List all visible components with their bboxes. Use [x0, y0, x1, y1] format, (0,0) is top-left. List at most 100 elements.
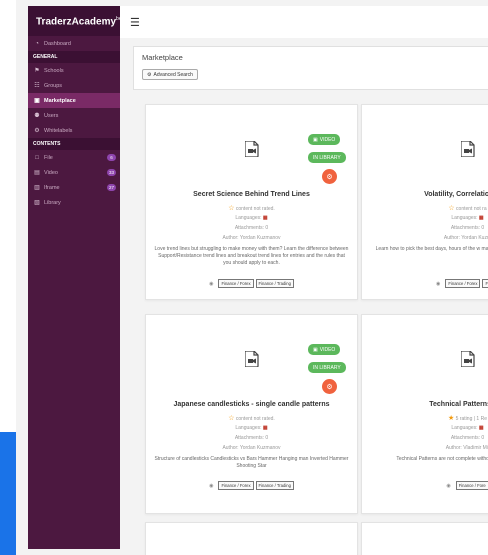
- tag-icon: ◉: [436, 280, 441, 287]
- rating-text: content not rated.: [235, 206, 275, 212]
- file-icon: □: [35, 154, 39, 161]
- code-file-icon: ▥: [34, 185, 40, 191]
- sidebar-item-label: Groups: [44, 82, 63, 89]
- brand-name: TraderzAcademy: [36, 16, 117, 28]
- languages: Languages: ▦: [362, 215, 488, 221]
- sidebar-item-groups[interactable]: ☷ Groups: [28, 78, 120, 93]
- count-badge: 33: [106, 169, 116, 176]
- card-title[interactable]: Volatility, Correlations & S: [362, 191, 488, 198]
- menu-toggle-icon[interactable]: ☰: [130, 16, 140, 29]
- count-badge: 6: [107, 154, 116, 161]
- languages: Languages: ▦: [362, 425, 488, 431]
- author: Author: Yordan Kuzmanov: [222, 235, 281, 241]
- users-icon: ⚉: [34, 113, 40, 119]
- uk-flag-icon: ▦: [478, 425, 484, 431]
- sidebar-item-schools[interactable]: ⚑ Schools: [28, 63, 120, 78]
- attachments: Attachments: 0: [234, 225, 269, 231]
- tag[interactable]: Finance / Trading: [255, 481, 294, 490]
- sidebar-item-label: Video: [44, 169, 58, 176]
- in-library-label: IN LIBRARY: [308, 362, 346, 373]
- rating-text: content not ra: [456, 206, 487, 212]
- sidebar-item-whitelabels[interactable]: ⚙ Whitelabels: [28, 123, 120, 138]
- content-card[interactable]: [145, 522, 358, 555]
- gear-icon: ⚙: [326, 383, 333, 391]
- content-card[interactable]: Technical Patterns - Th ★ 5 rating | 1 Re…: [361, 314, 488, 514]
- sidebar-item-file[interactable]: □ File 6: [28, 150, 120, 165]
- video-label-text: VIDEO: [319, 136, 336, 143]
- video-label: ▣ VIDEO: [308, 134, 341, 145]
- languages: Languages: ▦: [146, 215, 357, 221]
- card-title[interactable]: Technical Patterns - Th: [362, 401, 488, 408]
- brand-logo[interactable]: TraderzAcademybeta: [28, 6, 126, 36]
- settings-button[interactable]: ⚙: [322, 169, 337, 184]
- book-icon: ▧: [34, 200, 40, 206]
- rating: ★ 5 rating | 1 Re: [362, 414, 488, 422]
- tag[interactable]: Finan: [482, 279, 488, 288]
- video-icon: ▣: [313, 346, 318, 353]
- tag[interactable]: Finance / Forex: [218, 279, 254, 288]
- languages-text: Languages:: [451, 425, 478, 431]
- video-file-icon: [459, 350, 475, 368]
- description: Technical Patterns are not complete with…: [396, 456, 488, 462]
- graduation-cap-icon: ⚑: [34, 68, 40, 74]
- tag-list: ◉ Finance / Fore: [362, 481, 488, 490]
- description: Structure of candlesticks Candlesticks v…: [154, 456, 349, 469]
- sidebar-item-label: Schools: [44, 67, 64, 74]
- star-icon: ☆: [448, 205, 455, 212]
- video-file-icon: [243, 350, 259, 368]
- advanced-search-label: Advanced Search: [153, 71, 193, 78]
- sitemap-icon: ☷: [34, 83, 40, 89]
- author: Author: Yordan Kuzmanov: [222, 445, 281, 451]
- video-icon: ▣: [313, 136, 318, 143]
- languages: Languages: ▦: [146, 425, 357, 431]
- sidebar-item-users[interactable]: ⚉ Users: [28, 108, 120, 123]
- rating: ☆ content not rated.: [146, 414, 357, 422]
- tag[interactable]: Finance / Forex: [445, 279, 481, 288]
- tag-icon: ◉: [209, 280, 214, 287]
- advanced-search-button[interactable]: ⚙ Advanced Search: [142, 69, 198, 80]
- sidebar-item-dashboard[interactable]: ◔ Dashboard: [28, 36, 120, 51]
- tag[interactable]: Finance / Fore: [455, 481, 488, 490]
- tag-list: ◉ Finance / Forex Finance / Trading: [146, 481, 357, 490]
- languages-text: Languages:: [235, 215, 262, 221]
- rating: ☆ content not ra: [362, 204, 488, 212]
- top-bar: ☰: [120, 6, 488, 38]
- settings-button[interactable]: ⚙: [322, 379, 337, 394]
- sidebar-item-iframe[interactable]: ▥ Iframe 27: [28, 180, 120, 195]
- card-title[interactable]: Secret Science Behind Trend Lines: [146, 191, 357, 198]
- sidebar-item-label: Library: [44, 199, 61, 206]
- description: Learn how to pick the best days, hours o…: [375, 246, 488, 252]
- sidebar-item-video[interactable]: ▤ Video 33: [28, 165, 120, 180]
- shopping-bag-icon: ▣: [34, 98, 40, 104]
- sidebar-item-label: File: [44, 154, 53, 161]
- left-edge-accent: [0, 432, 16, 555]
- content-card[interactable]: [361, 522, 488, 555]
- sidebar-nav: ◔ Dashboard GENERAL ⚑ Schools ☷ Groups ▣ Marketp…: [28, 36, 120, 210]
- tag[interactable]: Finance / Forex: [218, 481, 254, 490]
- rating-text: content not rated.: [235, 416, 275, 422]
- sidebar-item-label: Users: [44, 112, 59, 119]
- video-label: ▣ VIDEO: [308, 344, 341, 355]
- gear-icon: ⚙: [326, 173, 333, 181]
- card-title[interactable]: Japanese candlesticks - single candle pa…: [146, 401, 357, 408]
- sidebar: TraderzAcademybeta ◔ Dashboard GENERAL ⚑ Sch…: [28, 6, 126, 549]
- gear-icon: ⚙: [147, 71, 152, 78]
- content-card[interactable]: ▣ VIDEO IN LIBRARY ⚙ Secret Science Behind T…: [145, 104, 358, 300]
- sidebar-item-label: Dashboard: [44, 40, 71, 47]
- sidebar-section-general: GENERAL: [28, 51, 120, 63]
- page-title: Marketplace: [142, 53, 183, 62]
- sidebar-item-marketplace[interactable]: ▣ Marketplace: [28, 93, 120, 108]
- sidebar-item-library[interactable]: ▧ Library: [28, 195, 120, 210]
- app-root: TraderzAcademybeta ◔ Dashboard GENERAL ⚑ Sch…: [0, 0, 488, 555]
- content-card[interactable]: ▣ VIDEO IN LIBRARY ⚙ Japanese candlesticks -…: [145, 314, 358, 514]
- uk-flag-icon: ▦: [262, 425, 268, 431]
- video-file-icon: [459, 140, 475, 158]
- languages-text: Languages:: [451, 215, 478, 221]
- star-icon: ☆: [228, 205, 235, 212]
- gear-icon: ⚙: [34, 128, 40, 134]
- uk-flag-icon: ▦: [262, 215, 268, 221]
- tag[interactable]: Finance / Trading: [255, 279, 294, 288]
- content-card[interactable]: Volatility, Correlations & S ☆ content no…: [361, 104, 488, 300]
- count-badge: 27: [106, 184, 116, 191]
- attachments: Attachments: 0: [450, 435, 485, 441]
